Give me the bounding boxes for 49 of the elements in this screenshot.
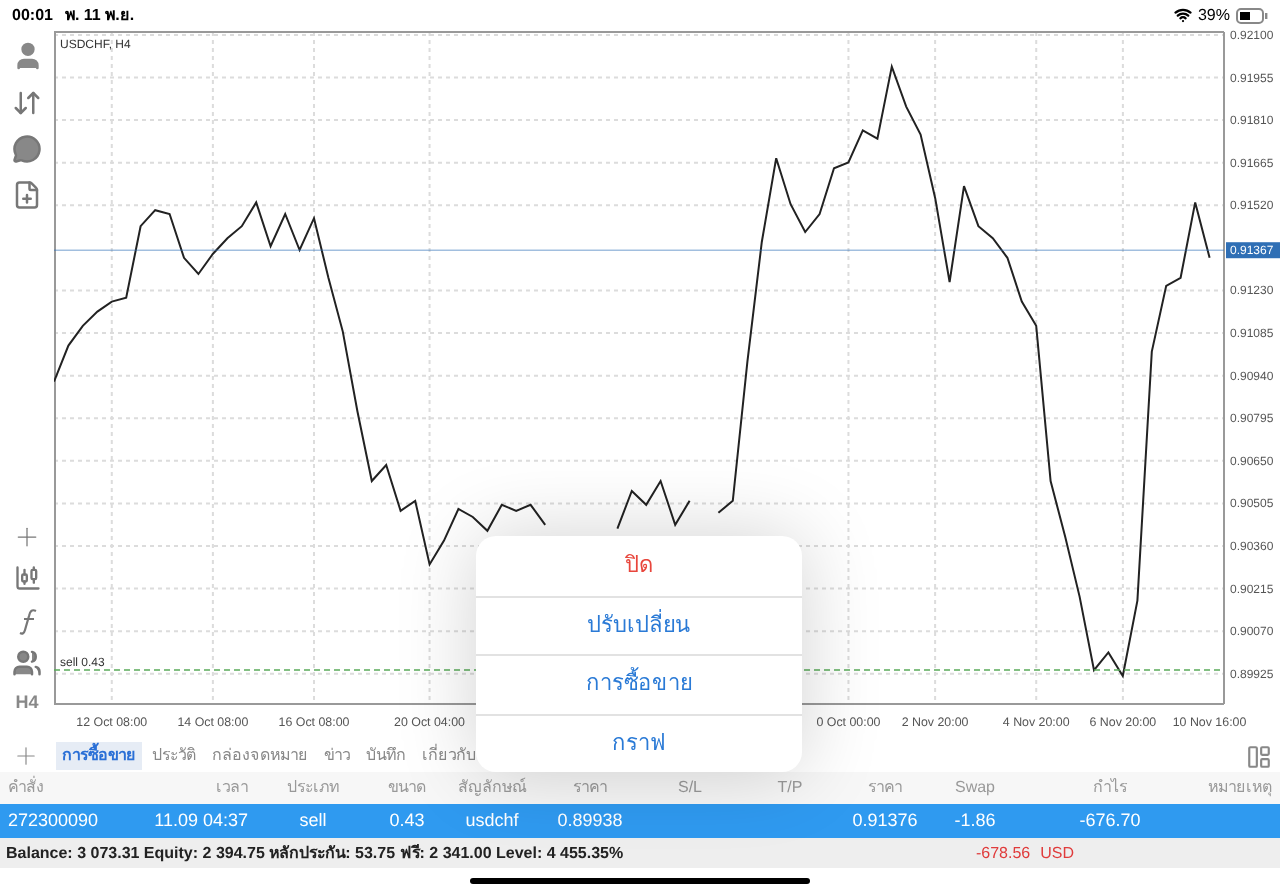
tab[interactable]: ประวัติ <box>146 742 202 770</box>
column-header: Swap <box>952 776 997 800</box>
menu-item[interactable]: กราฟ <box>476 713 802 772</box>
tab[interactable]: เกี่ยวกับ <box>416 742 482 770</box>
column-header: สัญลักษณ์ <box>456 776 529 800</box>
column-header: ประเภท <box>285 776 341 800</box>
column-header: T/P <box>775 776 805 800</box>
column-header: ราคา <box>571 776 609 800</box>
menu-item[interactable]: ปรับเปลี่ยน <box>476 595 802 654</box>
column-header: S/L <box>675 776 704 800</box>
wifi-icon <box>1173 6 1192 24</box>
currency: USD <box>1040 841 1074 865</box>
function-icon[interactable] <box>17 607 37 635</box>
menu-item[interactable]: ปิด <box>476 536 802 595</box>
menu-item[interactable]: การซื้อขาย <box>476 654 802 713</box>
chat-icon[interactable] <box>12 134 42 164</box>
candlestick-icon[interactable] <box>13 563 41 591</box>
tab[interactable]: การซื้อขาย <box>56 742 142 770</box>
table-cell: usdchf <box>465 809 519 830</box>
battery-level: 39% <box>1197 3 1230 27</box>
table-cell: sell <box>299 809 327 830</box>
total-profit: -678.56 <box>975 841 1031 865</box>
new-order-icon[interactable] <box>12 180 42 210</box>
column-header: เวลา <box>214 776 250 800</box>
tab[interactable]: ข่าว <box>318 742 356 770</box>
table-row[interactable]: 272300090 11.09 04:37 sell 0.43 usdchf 0.89938 0.91376 -1.86 -676.70 <box>0 804 1280 838</box>
people-icon[interactable] <box>12 647 42 677</box>
table-cell: -676.70 <box>1079 809 1141 830</box>
layout-icon[interactable] <box>1246 743 1272 769</box>
column-header: หมายเหตุ <box>1206 776 1274 800</box>
table-cell: -1.86 <box>954 809 996 830</box>
column-header: คำสั่ง <box>6 776 46 800</box>
table-cell: 272300090 <box>8 809 99 830</box>
account-summary: Balance: 3 073.31 Equity: 2 394.75 หลักประกัน: 53.75 ฟรี: 2 341.00 Level: 4 455.35% <box>6 841 624 865</box>
table-cell: 11.09 04:37 <box>154 809 248 830</box>
column-header: กำไร <box>1091 776 1129 800</box>
date: พ. 11 พ.ย. <box>64 3 135 27</box>
timeframe-button[interactable]: H4 <box>15 689 39 716</box>
tab[interactable]: บันทึก <box>360 742 412 770</box>
table-cell: 0.91376 <box>852 809 918 830</box>
account-icon[interactable] <box>11 40 43 72</box>
column-header: ขนาด <box>386 776 428 800</box>
table-cell: 0.43 <box>389 809 425 830</box>
clock: 00:01 <box>12 3 53 27</box>
table-cell: 0.89938 <box>557 809 623 830</box>
column-header: ราคา <box>866 776 904 800</box>
tab[interactable]: กล่องจดหมาย <box>206 742 314 770</box>
battery-icon <box>1236 7 1268 23</box>
trade-arrows-icon[interactable] <box>12 88 42 118</box>
